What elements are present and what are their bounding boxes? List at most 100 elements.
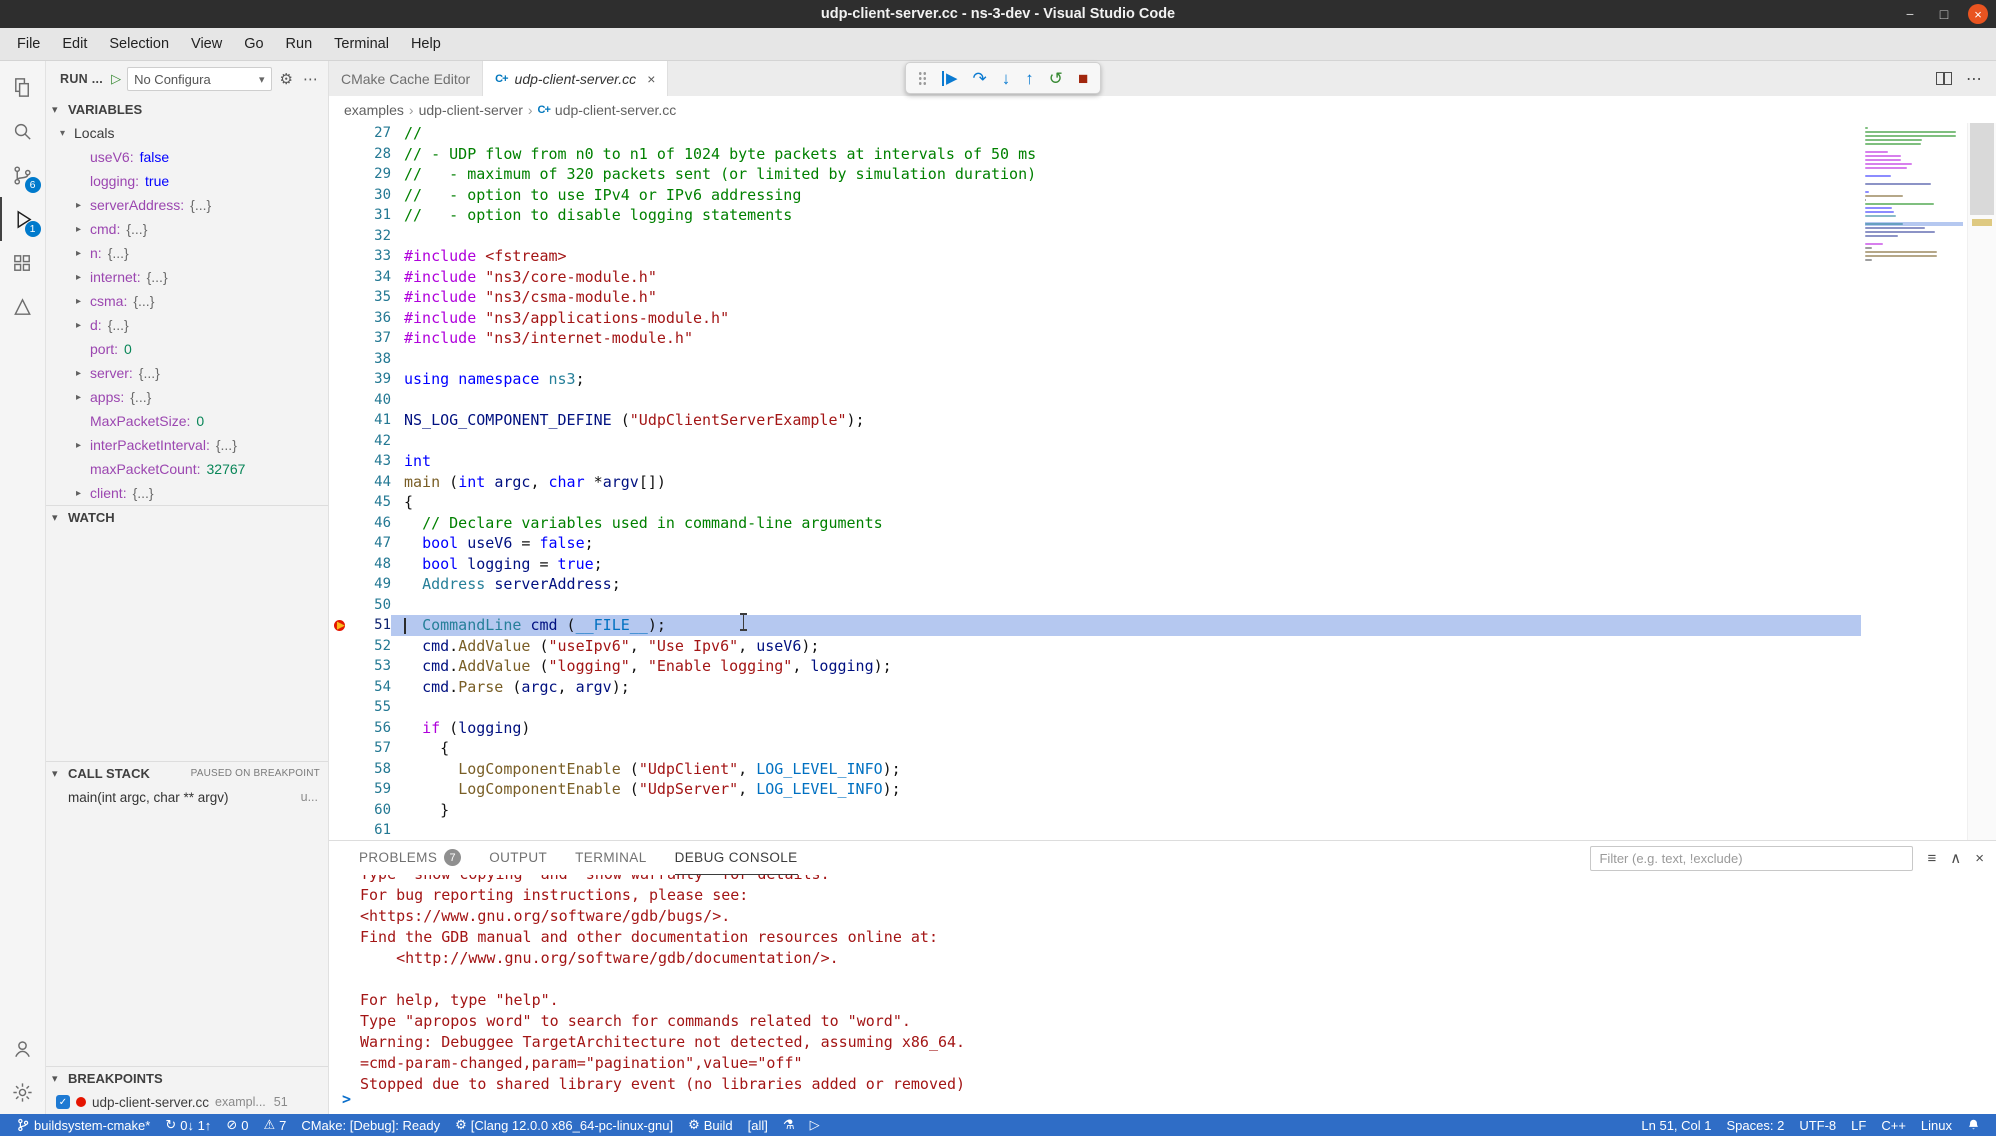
status-item[interactable]: ⚙[Clang 12.0.0 x86_64-pc-linux-gnu]: [449, 1114, 679, 1136]
search-icon[interactable]: [0, 109, 46, 153]
explorer-icon[interactable]: [0, 65, 46, 109]
code-line[interactable]: 29// - maximum of 320 packets sent (or l…: [329, 164, 1861, 185]
status-item[interactable]: buildsystem-cmake*: [10, 1114, 156, 1136]
code-line[interactable]: 52 cmd.AddValue ("useIpv6", "Use Ipv6", …: [329, 636, 1861, 657]
breakpoint-margin[interactable]: [329, 636, 355, 657]
code-text[interactable]: CommandLine cmd (__FILE__);: [391, 615, 1861, 636]
more-actions-icon[interactable]: ⋯: [1966, 69, 1982, 89]
breakpoint-margin[interactable]: [329, 308, 355, 329]
accounts-icon[interactable]: [0, 1026, 46, 1070]
code-text[interactable]: //: [391, 123, 1861, 144]
breakpoint-margin[interactable]: [329, 533, 355, 554]
variable-row[interactable]: ▸interPacketInterval{...}: [46, 433, 328, 457]
code-line[interactable]: 54 cmd.Parse (argc, argv);: [329, 677, 1861, 698]
code-line[interactable]: 42: [329, 431, 1861, 452]
breakpoint-margin[interactable]: [329, 595, 355, 616]
variable-row[interactable]: ▸server{...}: [46, 361, 328, 385]
breakpoint-checkbox[interactable]: ✓: [56, 1095, 70, 1109]
code-line[interactable]: 38: [329, 349, 1861, 370]
breakpoint-margin[interactable]: [329, 513, 355, 534]
breakpoint-margin[interactable]: ▶: [329, 615, 355, 636]
code-text[interactable]: [391, 595, 1861, 616]
code-line[interactable]: 32: [329, 226, 1861, 247]
code-line[interactable]: 57 {: [329, 738, 1861, 759]
more-actions-icon[interactable]: ⋯: [301, 70, 320, 88]
code-text[interactable]: // - UDP flow from n0 to n1 of 1024 byte…: [391, 144, 1861, 165]
menu-selection[interactable]: Selection: [98, 28, 180, 60]
variable-row[interactable]: MaxPacketSize0: [46, 409, 328, 433]
breakpoint-margin[interactable]: [329, 574, 355, 595]
breakpoint-margin[interactable]: [329, 328, 355, 349]
code-text[interactable]: bool logging = true;: [391, 554, 1861, 575]
breakpoint-margin[interactable]: [329, 697, 355, 718]
code-line[interactable]: 28// - UDP flow from n0 to n1 of 1024 by…: [329, 144, 1861, 165]
stop-button[interactable]: ■: [1078, 70, 1088, 87]
breakpoint-margin[interactable]: [329, 226, 355, 247]
code-text[interactable]: #include "ns3/csma-module.h": [391, 287, 1861, 308]
breakpoint-margin[interactable]: [329, 349, 355, 370]
status-item[interactable]: ▷: [804, 1114, 826, 1136]
status-item[interactable]: Ln 51, Col 1: [1635, 1114, 1717, 1136]
variable-row[interactable]: ▸csma{...}: [46, 289, 328, 313]
code-text[interactable]: bool useV6 = false;: [391, 533, 1861, 554]
editor-scrollbar[interactable]: [1967, 123, 1996, 840]
locals-scope-row[interactable]: ▾ Locals: [46, 121, 328, 145]
breakpoint-list-item[interactable]: ✓ udp-client-server.cc exampl... 51: [46, 1090, 328, 1114]
watch-section-header[interactable]: ▾ WATCH: [46, 505, 328, 529]
editor-tab-2[interactable]: C+udp-client-server.cc×: [483, 61, 668, 96]
status-item[interactable]: [all]: [742, 1114, 774, 1136]
panel-tab-terminal[interactable]: TERMINAL: [575, 841, 646, 875]
breakpoint-margin[interactable]: [329, 554, 355, 575]
code-line[interactable]: 60 }: [329, 800, 1861, 821]
console-input-prompt[interactable]: >: [342, 1089, 351, 1110]
code-text[interactable]: LogComponentEnable ("UdpServer", LOG_LEV…: [391, 779, 1861, 800]
code-text[interactable]: // - option to use IPv4 or IPv6 addressi…: [391, 185, 1861, 206]
maximize-panel-icon[interactable]: ∧: [1950, 849, 1961, 867]
code-text[interactable]: int: [391, 451, 1861, 472]
close-tab-icon[interactable]: ×: [647, 71, 655, 87]
code-line[interactable]: 59 LogComponentEnable ("UdpServer", LOG_…: [329, 779, 1861, 800]
console-filter-input[interactable]: [1590, 846, 1913, 871]
code-line[interactable]: 53 cmd.AddValue ("logging", "Enable logg…: [329, 656, 1861, 677]
breakpoint-margin[interactable]: [329, 451, 355, 472]
status-item[interactable]: ↻0↓ 1↑: [159, 1114, 217, 1136]
variable-row[interactable]: ▸n{...}: [46, 241, 328, 265]
variable-row[interactable]: ▸internet{...}: [46, 265, 328, 289]
code-text[interactable]: // Declare variables used in command-lin…: [391, 513, 1861, 534]
breakpoint-margin[interactable]: [329, 431, 355, 452]
close-button[interactable]: ×: [1968, 4, 1988, 24]
code-line[interactable]: 61: [329, 820, 1861, 840]
minimap[interactable]: [1861, 123, 1967, 840]
status-item[interactable]: Spaces: 2: [1721, 1114, 1791, 1136]
stack-frame-row[interactable]: main(int argc, char ** argv) u...: [46, 785, 328, 809]
breakpoint-margin[interactable]: [329, 492, 355, 513]
breakpoints-section-header[interactable]: ▾ BREAKPOINTS: [46, 1066, 328, 1090]
settings-gear-icon[interactable]: [0, 1070, 46, 1114]
breakpoint-margin[interactable]: [329, 123, 355, 144]
variable-row[interactable]: port0: [46, 337, 328, 361]
menu-help[interactable]: Help: [400, 28, 452, 60]
code-text[interactable]: NS_LOG_COMPONENT_DEFINE ("UdpClientServe…: [391, 410, 1861, 431]
step-into-button[interactable]: ↓: [1002, 70, 1011, 87]
code-text[interactable]: cmd.AddValue ("useIpv6", "Use Ipv6", use…: [391, 636, 1861, 657]
status-item[interactable]: LF: [1845, 1114, 1872, 1136]
step-over-button[interactable]: ↷: [973, 70, 987, 87]
code-text[interactable]: cmd.Parse (argc, argv);: [391, 677, 1861, 698]
breakpoint-margin[interactable]: [329, 410, 355, 431]
code-line[interactable]: 56 if (logging): [329, 718, 1861, 739]
code-line[interactable]: 50: [329, 595, 1861, 616]
breakpoint-margin[interactable]: [329, 759, 355, 780]
breakpoint-margin[interactable]: [329, 390, 355, 411]
code-line[interactable]: 37#include "ns3/internet-module.h": [329, 328, 1861, 349]
editor-tab-1[interactable]: CMake Cache Editor: [329, 61, 483, 96]
maximize-button[interactable]: □: [1934, 4, 1954, 24]
breakpoint-margin[interactable]: [329, 369, 355, 390]
code-text[interactable]: [391, 349, 1861, 370]
status-item[interactable]: ⚠7: [257, 1114, 292, 1136]
menu-terminal[interactable]: Terminal: [323, 28, 400, 60]
breakpoint-margin[interactable]: [329, 779, 355, 800]
menu-view[interactable]: View: [180, 28, 233, 60]
source-control-icon[interactable]: 6: [0, 153, 46, 197]
call-stack-section-header[interactable]: ▾ CALL STACK PAUSED ON BREAKPOINT: [46, 761, 328, 785]
run-debug-icon[interactable]: 1: [0, 197, 46, 241]
